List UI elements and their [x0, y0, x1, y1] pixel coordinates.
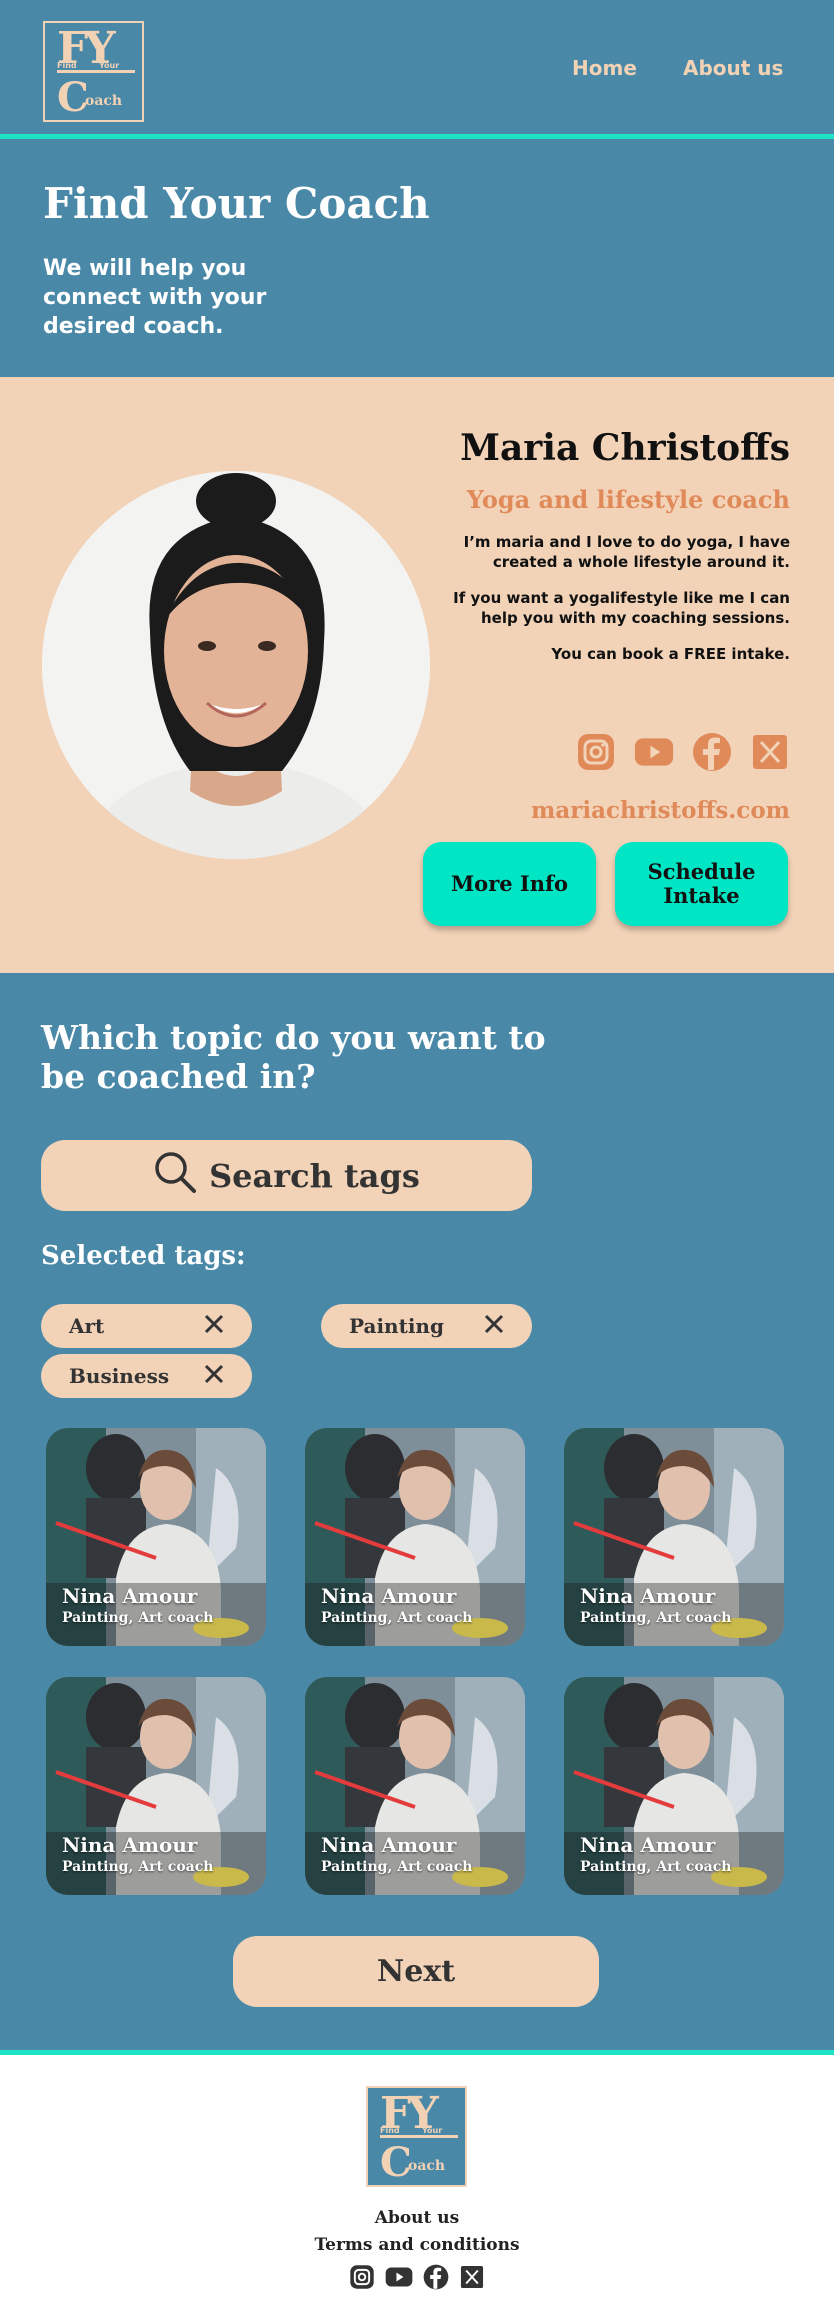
logo-oach: oach	[408, 2158, 446, 2174]
nav-home[interactable]: Home	[572, 56, 637, 80]
coach-card[interactable]: Nina Amour Painting, Art coach	[46, 1428, 266, 1646]
logo-oach: oach	[85, 93, 123, 109]
site-header: FY Find Your C oach Home About us	[0, 0, 834, 139]
tag-chip: Business	[41, 1354, 252, 1398]
close-icon[interactable]	[484, 1314, 504, 1339]
logo-bar	[380, 2135, 458, 2138]
logo-bar	[57, 70, 135, 73]
close-icon[interactable]	[204, 1314, 224, 1339]
search-icon	[153, 1150, 197, 1202]
close-icon[interactable]	[204, 1364, 224, 1389]
x-icon[interactable]	[459, 2264, 485, 2294]
logo-your: Your	[99, 61, 120, 70]
coach-card-name: Nina Amour	[62, 1833, 198, 1857]
topics-title: Which topic do you want to be coached in…	[41, 1018, 546, 1096]
logo-find: Find	[57, 61, 77, 70]
bio-paragraph: I’m maria and I love to do yoga, I have …	[463, 533, 790, 571]
logo-find: Find	[380, 2126, 400, 2135]
search-label: Search tags	[209, 1156, 420, 1195]
bio-paragraph: You can book a FREE intake.	[551, 645, 790, 663]
nav-about-us[interactable]: About us	[683, 56, 783, 80]
schedule-intake-button[interactable]: Schedule Intake	[615, 842, 788, 926]
coach-card-tags: Painting, Art coach	[580, 1859, 732, 1875]
coach-card[interactable]: Nina Amour Painting, Art coach	[46, 1677, 266, 1895]
coach-website-link[interactable]: mariachristoffs.com	[531, 797, 790, 824]
logo[interactable]: FY Find Your C oach	[43, 21, 144, 122]
footer-socials	[349, 2264, 485, 2294]
tag-chip: Painting	[321, 1304, 532, 1348]
coach-card-tags: Painting, Art coach	[62, 1610, 214, 1626]
youtube-icon[interactable]	[385, 2264, 413, 2294]
tag-label: Business	[69, 1364, 170, 1388]
topics-section: Which topic do you want to be coached in…	[0, 973, 834, 2050]
coach-portrait	[42, 471, 430, 859]
footer-logo[interactable]: FY Find Your C oach	[366, 2086, 467, 2187]
facebook-icon[interactable]	[692, 732, 732, 772]
coach-card[interactable]: Nina Amour Painting, Art coach	[564, 1428, 784, 1646]
more-info-button[interactable]: More Info	[423, 842, 596, 926]
coach-card[interactable]: Nina Amour Painting, Art coach	[305, 1428, 525, 1646]
bio-paragraph: If you want a yogalifestyle like me I ca…	[453, 589, 790, 627]
hero-subtitle: We will help you connect with your desir…	[43, 256, 267, 339]
tag-label: Art	[69, 1314, 105, 1338]
coach-card[interactable]: Nina Amour Painting, Art coach	[305, 1677, 525, 1895]
footer-about-link[interactable]: About us	[0, 2208, 834, 2228]
hero: Find Your Coach We will help you connect…	[0, 139, 834, 377]
x-icon[interactable]	[750, 732, 790, 772]
site-footer: FY Find Your C oach About us Terms and c…	[0, 2050, 834, 2315]
coach-card-name: Nina Amour	[321, 1833, 457, 1857]
coach-card[interactable]: Nina Amour Painting, Art coach	[564, 1677, 784, 1895]
facebook-icon[interactable]	[423, 2264, 449, 2294]
instagram-icon[interactable]	[576, 732, 616, 772]
coach-card-name: Nina Amour	[321, 1584, 457, 1608]
youtube-icon[interactable]	[634, 732, 674, 772]
featured-coach: Maria Christoffs Yoga and lifestyle coac…	[0, 377, 834, 973]
tag-chip: Art	[41, 1304, 252, 1348]
hero-title: Find Your Coach	[43, 179, 430, 228]
coach-card-tags: Painting, Art coach	[321, 1859, 473, 1875]
coach-card-name: Nina Amour	[580, 1584, 716, 1608]
coach-card-tags: Painting, Art coach	[580, 1610, 732, 1626]
coach-socials	[576, 732, 790, 772]
selected-tags-title: Selected tags:	[41, 1241, 246, 1271]
coach-card-tags: Painting, Art coach	[321, 1610, 473, 1626]
coach-card-name: Nina Amour	[62, 1584, 198, 1608]
logo-your: Your	[422, 2126, 443, 2135]
coach-bio: I’m maria and I love to do yoga, I have …	[430, 532, 790, 680]
coach-role: Yoga and lifestyle coach	[466, 485, 790, 514]
search-tags-input[interactable]: Search tags	[41, 1140, 532, 1211]
footer-terms-link[interactable]: Terms and conditions	[0, 2235, 834, 2255]
next-button[interactable]: Next	[233, 1936, 599, 2007]
coach-name: Maria Christoffs	[460, 427, 790, 469]
coach-card-tags: Painting, Art coach	[62, 1859, 214, 1875]
instagram-icon[interactable]	[349, 2264, 375, 2294]
tag-label: Painting	[349, 1314, 444, 1338]
coach-card-name: Nina Amour	[580, 1833, 716, 1857]
